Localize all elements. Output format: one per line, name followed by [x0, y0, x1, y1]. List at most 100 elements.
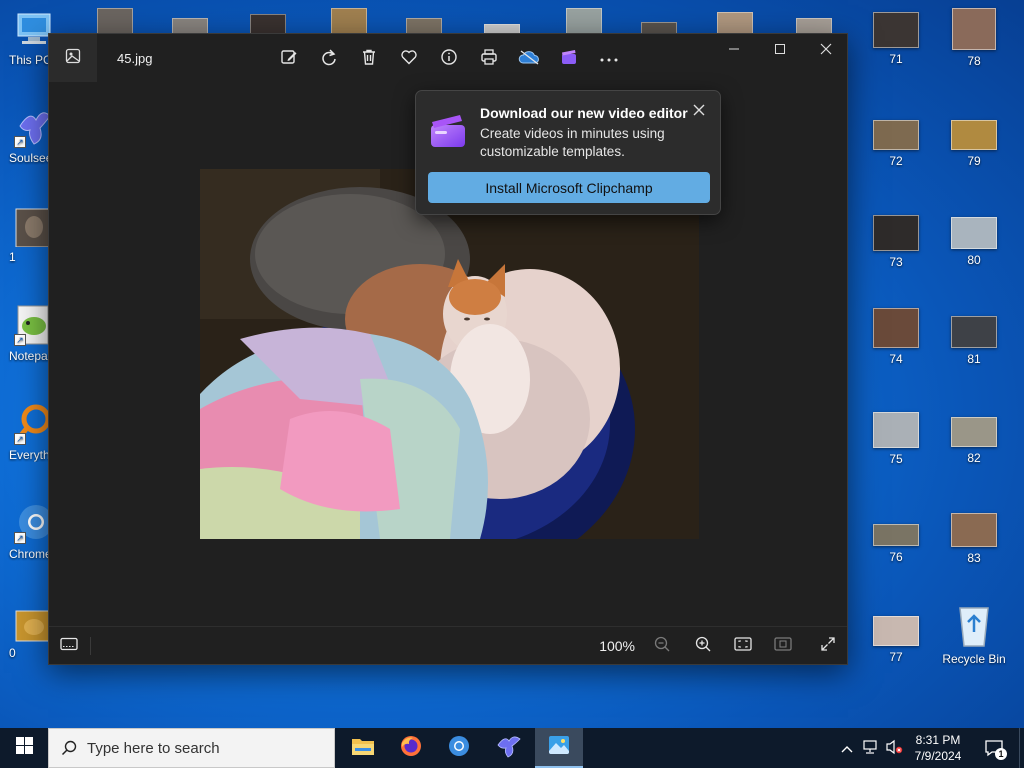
- shortcut-arrow-icon: ↗: [14, 136, 26, 148]
- clipchamp-promo-popup: Download our new video editor Create vid…: [415, 90, 721, 215]
- desktop-icon-72[interactable]: 72: [858, 120, 934, 168]
- desktop-icon-81[interactable]: 81: [936, 316, 1012, 366]
- taskbar-file-explorer[interactable]: [339, 728, 387, 768]
- desktop-icon-label: 1: [9, 250, 16, 264]
- filmstrip-icon: [60, 637, 78, 656]
- desktop-icon-label: Notepad++: [9, 349, 50, 363]
- desktop-thumbnail[interactable]: [566, 8, 602, 34]
- image-thumbnail: [951, 217, 997, 249]
- desktop-icon-71[interactable]: 71: [858, 12, 934, 66]
- file-name-tab[interactable]: 45.jpg: [97, 34, 209, 82]
- popup-description: Create videos in minutes using customiza…: [480, 126, 665, 159]
- desktop-icon-label: 78: [967, 54, 981, 68]
- image-thumbnail: [952, 8, 996, 50]
- title-bar[interactable]: 45.jpg: [49, 34, 847, 82]
- edit-image-button[interactable]: [274, 44, 304, 74]
- photos-app-icon: [547, 733, 571, 762]
- print-button[interactable]: [474, 44, 504, 74]
- action-center-button[interactable]: 1: [980, 734, 1008, 762]
- rotate-button[interactable]: [314, 44, 344, 74]
- taskbar-chromium[interactable]: [435, 728, 483, 768]
- zoom-in-icon: [695, 636, 711, 657]
- desktop-icon-label: 73: [889, 255, 903, 269]
- file-info-button[interactable]: [434, 44, 464, 74]
- desktop-icon-76[interactable]: 76: [858, 524, 934, 564]
- desktop-icon-label: 82: [967, 451, 981, 465]
- taskbar: 8:31 PM 7/9/2024 1: [0, 728, 1024, 768]
- favorite-button[interactable]: [394, 44, 424, 74]
- image-thumbnail: [951, 513, 997, 547]
- zoom-out-button[interactable]: [648, 633, 676, 659]
- show-desktop-button[interactable]: [1019, 728, 1024, 768]
- filmstrip-toggle-button[interactable]: [55, 633, 83, 659]
- desktop-thumbnail[interactable]: [331, 8, 367, 34]
- network-status-button[interactable]: [861, 738, 881, 758]
- chevron-up-icon: [841, 741, 853, 756]
- zoom-out-icon: [654, 636, 670, 657]
- clock-time: 8:31 PM: [915, 733, 961, 747]
- install-clipchamp-button[interactable]: Install Microsoft Clipchamp: [428, 172, 710, 203]
- maximize-button[interactable]: [757, 34, 803, 66]
- desktop-icon-label: Recycle Bin: [942, 652, 1006, 666]
- favorite-icon: [400, 48, 418, 71]
- zoom-level[interactable]: 100%: [599, 638, 635, 654]
- delete-button[interactable]: [354, 44, 384, 74]
- taskbar-search-box[interactable]: [48, 728, 335, 768]
- onedrive-button[interactable]: [514, 44, 544, 74]
- volume-button[interactable]: [884, 738, 904, 758]
- image-thumbnail: [951, 316, 997, 348]
- desktop-icon-label: 81: [967, 352, 981, 366]
- firefox-icon: [399, 734, 423, 763]
- desktop-icon-label: Chrome: [9, 547, 50, 561]
- actual-size-button[interactable]: [769, 633, 797, 659]
- more-options-button[interactable]: [594, 44, 624, 74]
- desktop-icon-79[interactable]: 79: [936, 120, 1012, 168]
- search-icon: [61, 740, 77, 756]
- zoom-in-button[interactable]: [689, 633, 717, 659]
- clipchamp-logo-icon: [430, 113, 466, 154]
- photos-app-badge[interactable]: [49, 34, 97, 82]
- clock-date: 7/9/2024: [914, 749, 962, 763]
- show-hidden-icons-button[interactable]: [837, 738, 857, 758]
- desktop-icon-75[interactable]: 75: [858, 412, 934, 466]
- minimize-icon: [728, 42, 740, 58]
- desktop-icon-80[interactable]: 80: [936, 217, 1012, 267]
- search-input[interactable]: [87, 739, 317, 757]
- full-screen-button[interactable]: [814, 633, 842, 659]
- taskbar-soulseek[interactable]: [485, 728, 533, 768]
- network-icon: [862, 739, 880, 758]
- photo-canvas[interactable]: [200, 169, 699, 539]
- desktop-icon-82[interactable]: 82: [936, 417, 1012, 465]
- desktop-icon-83[interactable]: 83: [936, 513, 1012, 565]
- photos-app-icon: [65, 48, 81, 69]
- volume-muted-icon: [885, 739, 903, 758]
- fit-to-window-button[interactable]: [729, 633, 757, 659]
- recycle-bin-icon: [954, 602, 994, 648]
- desktop-icon-label: 75: [889, 452, 903, 466]
- maximize-icon: [774, 42, 786, 58]
- notification-count-badge: 1: [995, 748, 1007, 760]
- clipchamp-button[interactable]: [554, 44, 584, 74]
- desktop-icon-78[interactable]: 78: [936, 8, 1012, 68]
- close-icon: [693, 103, 705, 121]
- taskbar-clock[interactable]: 8:31 PM 7/9/2024: [905, 732, 971, 764]
- file-explorer-icon: [351, 736, 375, 761]
- taskbar-photos[interactable]: [535, 728, 583, 768]
- desktop-icon-label: 74: [889, 352, 903, 366]
- taskbar-firefox[interactable]: [387, 728, 435, 768]
- shortcut-arrow-icon: ↗: [14, 334, 26, 346]
- desktop-icon-label: Soulseek: [9, 151, 50, 165]
- desktop-icon-recycle-bin[interactable]: Recycle Bin: [936, 602, 1012, 666]
- close-window-button[interactable]: [803, 34, 849, 66]
- desktop-icon-77[interactable]: 77: [858, 616, 934, 664]
- start-button[interactable]: [0, 728, 48, 768]
- desktop-icon-74[interactable]: 74: [858, 308, 934, 366]
- desktop-icon-label: 77: [889, 650, 903, 664]
- minimize-button[interactable]: [711, 34, 757, 66]
- soulseek-bird-icon: [496, 734, 522, 763]
- info-icon: [440, 48, 458, 71]
- popup-title: Download our new video editor: [480, 105, 688, 121]
- close-popup-button[interactable]: [688, 101, 710, 123]
- desktop-icon-73[interactable]: 73: [858, 215, 934, 269]
- desktop-thumbnail[interactable]: [97, 8, 133, 34]
